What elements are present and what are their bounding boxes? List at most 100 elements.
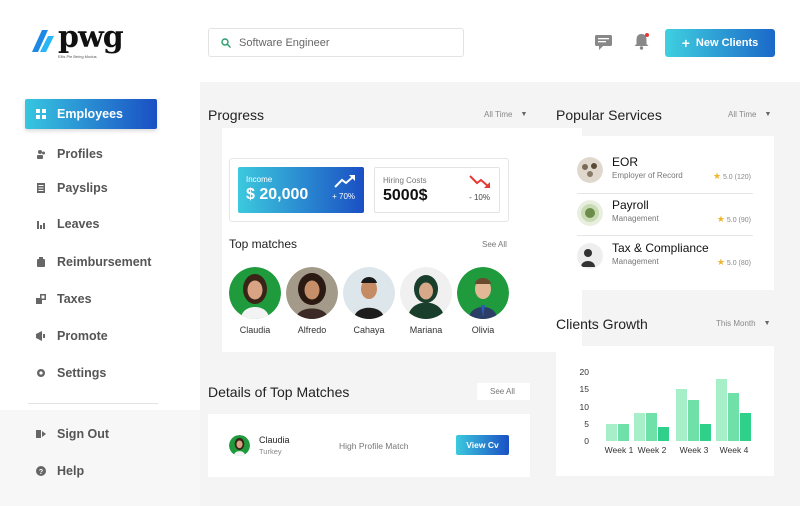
service-rating: ★ 5.0 (80) (716, 257, 751, 267)
top-matches-see-all[interactable]: See All (482, 240, 507, 249)
match-name: Olivia (471, 325, 495, 335)
chart-bar[interactable] (700, 423, 711, 441)
star-icon: ★ (716, 257, 725, 267)
chart-bar[interactable] (740, 413, 751, 441)
hiring-costs-card[interactable]: Hiring Costs 5000$ - 10% (374, 167, 500, 213)
plus-icon: + (681, 35, 690, 51)
top-matches-title: Top matches (229, 237, 298, 251)
income-label: Income (246, 175, 273, 184)
match-card[interactable]: Cahaya (339, 267, 399, 335)
service-divider (577, 235, 753, 236)
service-item-eor[interactable]: EOR Employer of Record ★ 5.0 (120) (577, 153, 753, 189)
service-title: Payroll (612, 198, 649, 212)
star-icon: ★ (716, 214, 725, 224)
detail-name: Claudia (259, 435, 290, 445)
services-title: Popular Services (556, 107, 662, 123)
eor-avatar (577, 157, 603, 183)
match-name: Alfredo (297, 325, 327, 335)
services-filter-label: All Time (728, 110, 757, 119)
match-card[interactable]: Olivia (453, 267, 513, 335)
service-title: Tax & Compliance (612, 241, 709, 255)
progress-filter-label: All Time (484, 110, 513, 119)
details-see-all[interactable]: See All (490, 387, 515, 396)
avatar (229, 435, 250, 456)
x-tick-label: Week 2 (637, 445, 667, 455)
hiring-change: - 10% (469, 193, 490, 202)
chart-bar[interactable] (728, 392, 739, 441)
income-change: + 70% (332, 192, 355, 201)
chart-bar[interactable] (618, 423, 629, 441)
help-button[interactable]: ? Help (25, 456, 157, 486)
brand-logo[interactable]: pwg Ellis Pie Being Modus (32, 20, 128, 62)
progress-filter[interactable]: All Time ▼ (484, 110, 527, 119)
trend-up-icon (334, 175, 355, 188)
sign-out-button[interactable]: Sign Out (25, 419, 157, 449)
service-subtitle: Management (612, 257, 659, 266)
x-tick-label: Week 3 (679, 445, 709, 455)
hiring-label: Hiring Costs (383, 176, 427, 185)
chart-bar[interactable] (646, 413, 657, 441)
growth-filter[interactable]: This Month ▼ (716, 319, 771, 328)
new-clients-button[interactable]: + New Clients (665, 29, 775, 57)
megaphone-icon (35, 330, 47, 342)
sidebar-divider (28, 403, 158, 404)
progress-title: Progress (208, 107, 265, 123)
sidebar: pwg Ellis Pie Being Modus Employees Prof… (0, 0, 200, 506)
growth-title: Clients Growth (556, 316, 648, 332)
sidebar-item-label: Sign Out (57, 427, 110, 441)
sidebar-item-settings[interactable]: Settings (25, 358, 157, 388)
chart-bar[interactable] (676, 389, 687, 441)
sidebar-item-reimbursement[interactable]: Reimbursement (25, 247, 157, 277)
document-icon (35, 182, 47, 194)
sidebar-item-label: Taxes (57, 292, 92, 306)
help-icon: ? (35, 465, 47, 477)
notifications-button[interactable] (632, 32, 650, 50)
trend-down-icon (469, 175, 490, 188)
sidebar-item-taxes[interactable]: Taxes (25, 284, 157, 314)
avatar (343, 267, 395, 319)
search-icon (221, 37, 231, 48)
income-card[interactable]: Income $ 20,000 + 70% (238, 167, 364, 213)
service-rating: ★ 5.0 (90) (716, 214, 751, 224)
messages-button[interactable] (594, 33, 612, 51)
search-box[interactable] (208, 28, 464, 57)
sidebar-item-label: Promote (57, 329, 108, 343)
service-item-tax[interactable]: Tax & Compliance Management ★ 5.0 (80) (577, 239, 753, 275)
services-filter[interactable]: All Time ▼ (728, 110, 771, 119)
chart-bar[interactable] (688, 399, 699, 441)
y-tick-label: 15 (579, 384, 589, 395)
search-input[interactable] (239, 36, 449, 49)
service-rating: ★ 5.0 (120) (712, 171, 751, 181)
sidebar-item-employees[interactable]: Employees (25, 99, 157, 129)
view-cv-button[interactable]: View Cv (456, 435, 509, 455)
sidebar-item-leaves[interactable]: Leaves (25, 209, 157, 239)
chart-bar[interactable] (658, 427, 669, 441)
notification-badge (645, 33, 649, 37)
sign-out-icon (35, 428, 47, 440)
service-item-payroll[interactable]: Payroll Management ★ 5.0 (90) (577, 196, 753, 232)
x-tick-label: Week 4 (719, 445, 749, 455)
chart-bar[interactable] (606, 423, 617, 441)
tax-icon (35, 293, 47, 305)
detail-country: Turkey (259, 447, 282, 456)
sidebar-item-promote[interactable]: Promote (25, 321, 157, 351)
payroll-avatar (577, 200, 603, 226)
sidebar-item-label: Help (57, 464, 85, 478)
match-card[interactable]: Mariana (396, 267, 456, 335)
sidebar-item-payslips[interactable]: Payslips (25, 173, 157, 203)
sidebar-item-label: Leaves (57, 217, 100, 231)
match-name: Mariana (409, 325, 443, 335)
match-name: Claudia (239, 325, 271, 335)
sidebar-item-label: Employees (57, 107, 124, 121)
sidebar-item-profiles[interactable]: Profiles (25, 139, 157, 169)
match-card[interactable]: Alfredo (282, 267, 342, 335)
service-subtitle: Management (612, 214, 659, 223)
svg-text:?: ? (39, 469, 43, 476)
avatar (286, 267, 338, 319)
y-tick-label: 5 (584, 418, 589, 429)
grid-icon (35, 108, 47, 120)
match-card[interactable]: Claudia (225, 267, 285, 335)
chart-bar[interactable] (716, 378, 727, 441)
chart-bar[interactable] (634, 413, 645, 441)
service-divider (577, 193, 753, 194)
